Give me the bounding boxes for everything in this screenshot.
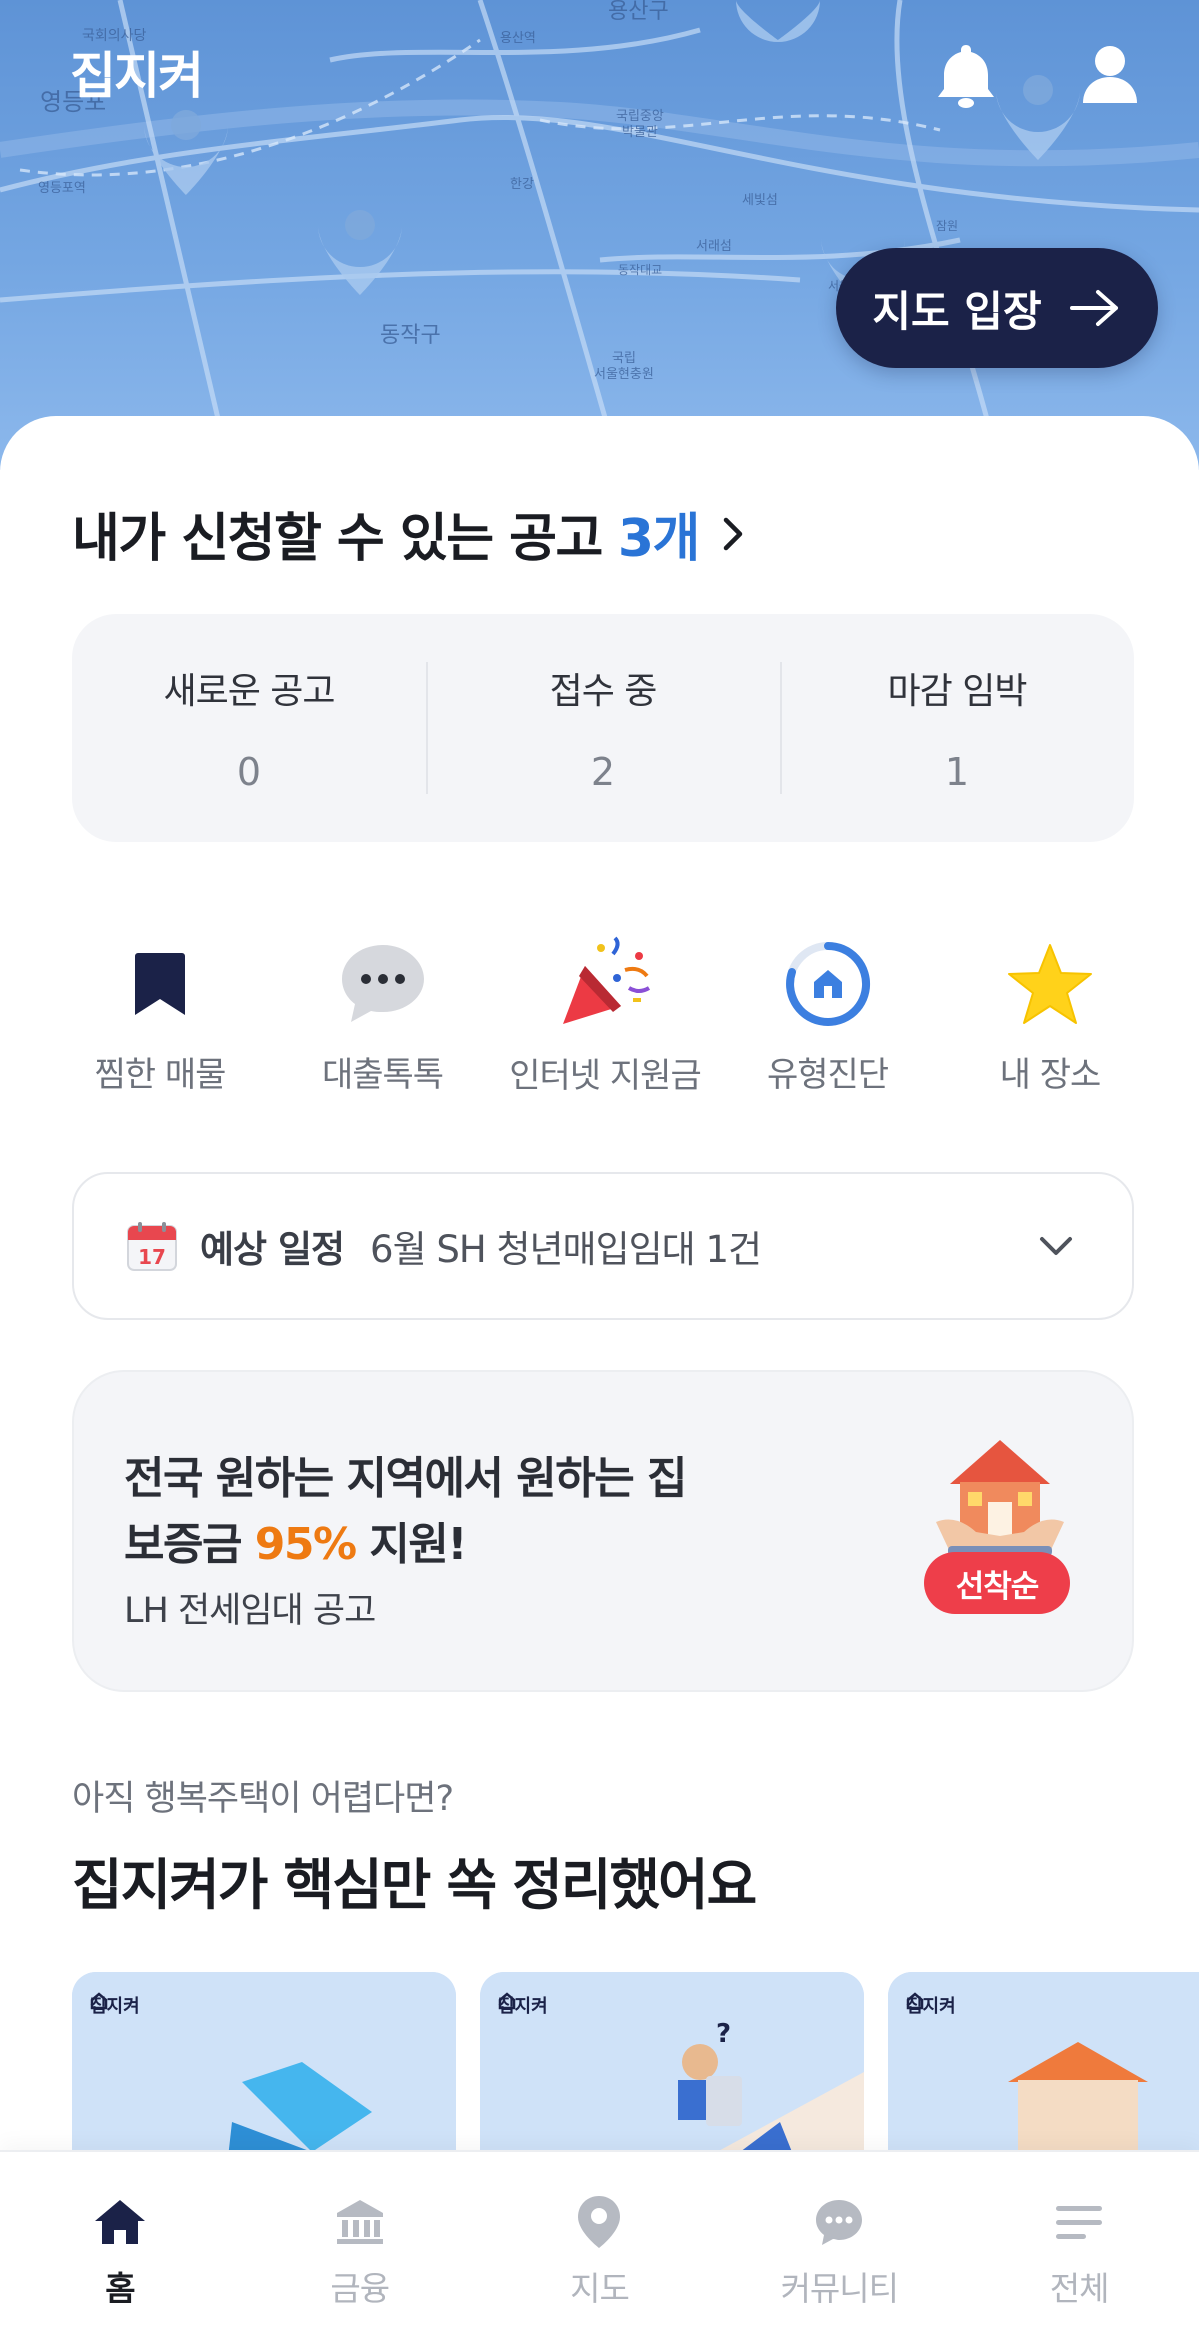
first-come-badge: 선착순 [924,1552,1070,1614]
stat-new[interactable]: 새로운 공고 0 [72,662,426,794]
svg-text:용산구: 용산구 [608,0,669,24]
svg-text:서래섬: 서래섬 [696,239,732,254]
nav-home[interactable]: 홈 [0,2152,240,2333]
section-subtitle: 아직 행복주택이 어렵다면? [72,1779,454,1819]
notification-bell-icon[interactable] [930,38,1002,110]
menu-icon [1049,2192,1109,2252]
shortcut-label: 내 장소 [999,1055,1102,1095]
shortcut-internet-subsidy[interactable]: 인터넷 지원금 [505,936,705,1096]
card-brand: 집지켜 [498,1992,548,2018]
stat-label: 마감 임박 [887,671,1028,712]
shortcut-label: 인터넷 지원금 [509,1056,701,1096]
shortcut-menu: 찜한 매물 대출톡톡 인터넷 지원금 유형진단 내 장소 [60,936,1150,1096]
shortcut-loan-talk[interactable]: 대출톡톡 [283,936,483,1096]
promo-highlight: 95% [254,1519,357,1570]
nav-finance[interactable]: 금융 [240,2152,480,2333]
house-logo-icon [90,1992,108,2010]
home-icon [90,2192,150,2252]
promo-line2-suffix: 지원! [355,1519,467,1570]
party-popper-icon [550,936,660,1032]
bank-icon [330,2192,390,2252]
chevron-down-icon [1032,1222,1080,1270]
expected-schedule-dropdown[interactable]: 17 예상 일정 6월 SH 청년매입임대 1건 [72,1172,1134,1320]
svg-text:박물관: 박물관 [622,125,658,140]
map-enter-label: 지도 입장 [872,286,1042,336]
content-card[interactable]: 집지켜 [888,1972,1199,2152]
schedule-text: 6월 SH 청년매입임대 1건 [370,1228,762,1271]
map-enter-button[interactable]: 지도 입장 [836,248,1158,368]
nav-map[interactable]: 지도 [480,2152,720,2333]
nav-community[interactable]: 커뮤니티 [719,2152,959,2333]
nav-all[interactable]: 전체 [959,2152,1199,2333]
svg-text:한강: 한강 [510,177,534,192]
card-brand: 집지켜 [90,1992,140,2018]
stat-value: 0 [236,750,262,794]
profile-user-icon[interactable] [1074,38,1146,110]
shortcut-type-diagnosis[interactable]: 유형진단 [728,936,928,1096]
apply-title-text: 내가 신청할 수 있는 공고 [72,509,603,569]
svg-text:용산역: 용산역 [500,31,536,46]
svg-text:잠원: 잠원 [936,219,958,233]
nav-label: 금융 [330,2269,390,2308]
promo-line2-prefix: 보증금 [124,1519,255,1570]
shortcut-bookmarks[interactable]: 찜한 매물 [60,936,260,1096]
content-card[interactable]: ? 집지켜 [480,1972,864,2152]
promo-line2: 보증금 95% 지원! [124,1508,467,1572]
arrow-right-icon [1069,290,1118,326]
lh-lease-promo-banner[interactable]: 전국 원하는 지역에서 원하는 집 보증금 95% 지원! LH 전세임대 공고… [72,1370,1134,1692]
promo-line1: 전국 원하는 지역에서 원하는 집 [124,1453,688,1504]
shortcut-label: 찜한 매물 [94,1055,227,1095]
star-icon [995,936,1105,1031]
stat-deadline[interactable]: 마감 임박 1 [780,662,1134,794]
content-card-carousel[interactable]: 집지켜 ? 집지켜 집지켜 [72,1972,1199,2152]
nav-label: 지도 [570,2269,630,2308]
calendar-day: 17 [138,1245,166,1269]
content-card[interactable]: 집지켜 [72,1972,456,2152]
schedule-title: 예상 일정 [200,1228,345,1271]
svg-text:국립중앙: 국립중앙 [616,109,664,124]
map-pin-icon [569,2192,629,2252]
chat-bubble-icon [328,936,438,1031]
community-chat-icon [809,2192,869,2252]
svg-text:서울현충원: 서울현충원 [594,367,654,382]
nav-label: 커뮤니티 [780,2269,899,2308]
app-logo: 집지켜 [70,47,204,105]
bottom-navigation: 홈 금융 지도 커뮤니티 전체 [0,2150,1199,2333]
svg-text:?: ? [716,2019,731,2049]
shortcut-label: 유형진단 [766,1055,889,1095]
bookmark-icon [105,936,215,1031]
calendar-icon: 17 [127,1222,177,1271]
section-title: 집지켜가 핵심만 쏙 정리했어요 [72,1853,757,1917]
chevron-right-icon [721,515,745,553]
svg-text:국립: 국립 [612,351,636,366]
nav-label: 홈 [105,2269,135,2308]
stat-label: 접수 중 [549,671,658,712]
home-diagnosis-icon [773,936,883,1031]
promo-subtitle: LH 전세임대 공고 [124,1591,376,1631]
house-logo-icon [498,1992,516,2010]
house-logo-icon [906,1992,924,2010]
nav-label: 전체 [1049,2269,1110,2308]
apply-count: 3개 [617,509,701,569]
stat-label: 새로운 공고 [163,671,335,712]
card-brand: 집지켜 [906,1992,956,2018]
svg-text:동작대교: 동작대교 [618,263,662,277]
announcement-stats-card: 새로운 공고 0 접수 중 2 마감 임박 1 [72,614,1134,842]
stat-receiving[interactable]: 접수 중 2 [426,662,780,794]
map-preview[interactable]: 영등포 국회의사당 용산역 용산구 국립중앙 박물관 한강 세빛섬 서래섬 동작… [0,0,1199,470]
apply-announcements-link[interactable]: 내가 신청할 수 있는 공고 3개 [72,496,745,571]
svg-text:세빛섬: 세빛섬 [742,193,778,208]
svg-text:영등포역: 영등포역 [38,181,86,196]
stat-value: 1 [944,750,970,794]
stat-value: 2 [590,750,616,794]
shortcut-my-places[interactable]: 내 장소 [950,936,1150,1096]
shortcut-label: 대출톡톡 [321,1055,444,1095]
house-in-hands-icon [936,1440,1064,1556]
svg-text:동작구: 동작구 [380,323,441,348]
